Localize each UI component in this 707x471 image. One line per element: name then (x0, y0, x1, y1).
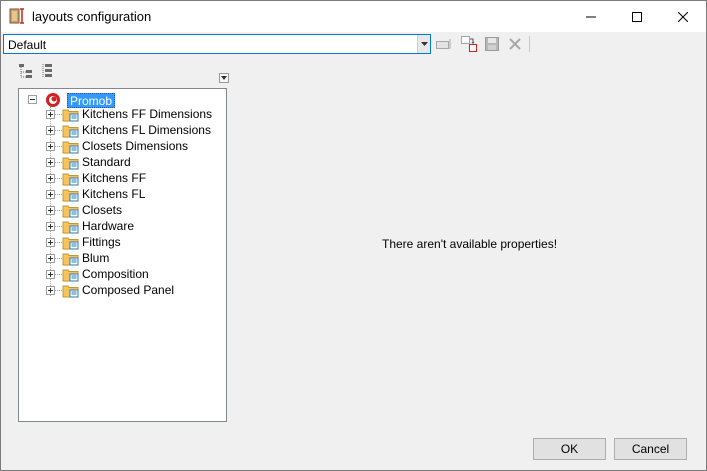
layouts-configuration-window: layouts configuration Default Promob Kit… (0, 0, 707, 471)
expand-icon[interactable] (46, 190, 55, 199)
tree-item[interactable]: Blum (19, 250, 219, 266)
tree-item-label: Kitchens FF Dimensions (82, 107, 213, 121)
layout-tree[interactable]: Promob Kitchens FF Dimensions Kitchens F… (18, 88, 227, 422)
tree-item-label: Fittings (82, 235, 121, 249)
folder-icon (62, 157, 79, 170)
folder-icon (62, 237, 79, 250)
expand-icon[interactable] (46, 286, 55, 295)
folder-icon (62, 285, 79, 298)
delete-icon (509, 38, 521, 50)
expand-tree-icon[interactable] (41, 63, 57, 79)
folder-icon (62, 109, 79, 122)
expand-icon[interactable] (46, 110, 55, 119)
folder-icon (62, 125, 79, 138)
tree-item-label: Closets Dimensions (82, 139, 189, 153)
chevron-down-icon (420, 42, 428, 46)
tree-item-label: Standard (82, 155, 131, 169)
title-bar[interactable]: layouts configuration (1, 1, 706, 32)
expand-icon[interactable] (46, 206, 55, 215)
tree-item[interactable]: Kitchens FF Dimensions (19, 106, 219, 122)
tree-item-label: Composed Panel (82, 283, 175, 297)
delete-layout-button[interactable] (506, 35, 524, 53)
expand-icon[interactable] (46, 174, 55, 183)
tree-item[interactable]: Standard (19, 154, 219, 170)
tree-item-label: Closets (82, 203, 123, 217)
collapse-tree-icon[interactable] (18, 63, 34, 79)
tree-item-label: Kitchens FL Dimensions (82, 123, 211, 137)
tree-item[interactable]: Composition (19, 266, 219, 282)
maximize-button[interactable] (614, 1, 660, 32)
collapse-expander-icon[interactable] (28, 95, 37, 104)
ok-button[interactable]: OK (533, 438, 606, 460)
save-icon (485, 37, 499, 51)
folder-icon (62, 269, 79, 282)
rename-layout-button[interactable] (435, 35, 453, 53)
expand-icon[interactable] (46, 238, 55, 247)
folder-icon (62, 205, 79, 218)
expand-icon[interactable] (46, 158, 55, 167)
chevron-down-icon (221, 76, 227, 80)
rename-icon (436, 39, 451, 49)
copy-layout-button[interactable] (460, 35, 478, 53)
maximize-icon (632, 11, 642, 22)
expand-icon[interactable] (46, 126, 55, 135)
expand-icon[interactable] (46, 142, 55, 151)
tree-item-label: Kitchens FL (82, 187, 146, 201)
copy-icon (461, 36, 477, 52)
tree-item-label: Kitchens FF (82, 171, 147, 185)
close-icon (678, 11, 688, 22)
save-layout-button[interactable] (483, 35, 501, 53)
layout-select-value: Default (8, 38, 47, 52)
tree-item[interactable]: Fittings (19, 234, 219, 250)
close-button[interactable] (660, 1, 706, 32)
minimize-icon (586, 16, 596, 17)
tree-item[interactable]: Hardware (19, 218, 219, 234)
tree-item[interactable]: Composed Panel (19, 282, 219, 298)
folder-icon (62, 173, 79, 186)
tree-item[interactable]: Closets Dimensions (19, 138, 219, 154)
expand-icon[interactable] (46, 222, 55, 231)
folder-icon (62, 253, 79, 266)
expand-icon[interactable] (46, 254, 55, 263)
tree-item[interactable]: Kitchens FL Dimensions (19, 122, 219, 138)
tree-item[interactable]: Closets (19, 202, 219, 218)
minimize-button[interactable] (568, 1, 614, 32)
folder-icon (62, 189, 79, 202)
layout-select-dropdown-button[interactable] (417, 35, 430, 53)
window-title: layouts configuration (32, 9, 152, 24)
tree-options-dropdown[interactable] (219, 73, 229, 83)
folder-icon (62, 141, 79, 154)
tree-item[interactable]: Kitchens FL (19, 186, 219, 202)
tree-item-label: Composition (82, 267, 149, 281)
empty-properties-message: There aren't available properties! (382, 237, 558, 251)
tree-item-label: Hardware (82, 219, 135, 233)
tree-item-label: Blum (82, 251, 110, 265)
folder-icon (62, 221, 79, 234)
cancel-button[interactable]: Cancel (614, 438, 687, 460)
expand-icon[interactable] (46, 270, 55, 279)
layout-select[interactable]: Default (3, 34, 431, 54)
toolbar-separator (529, 36, 530, 52)
app-icon (9, 8, 24, 24)
tree-item[interactable]: Kitchens FF (19, 170, 219, 186)
